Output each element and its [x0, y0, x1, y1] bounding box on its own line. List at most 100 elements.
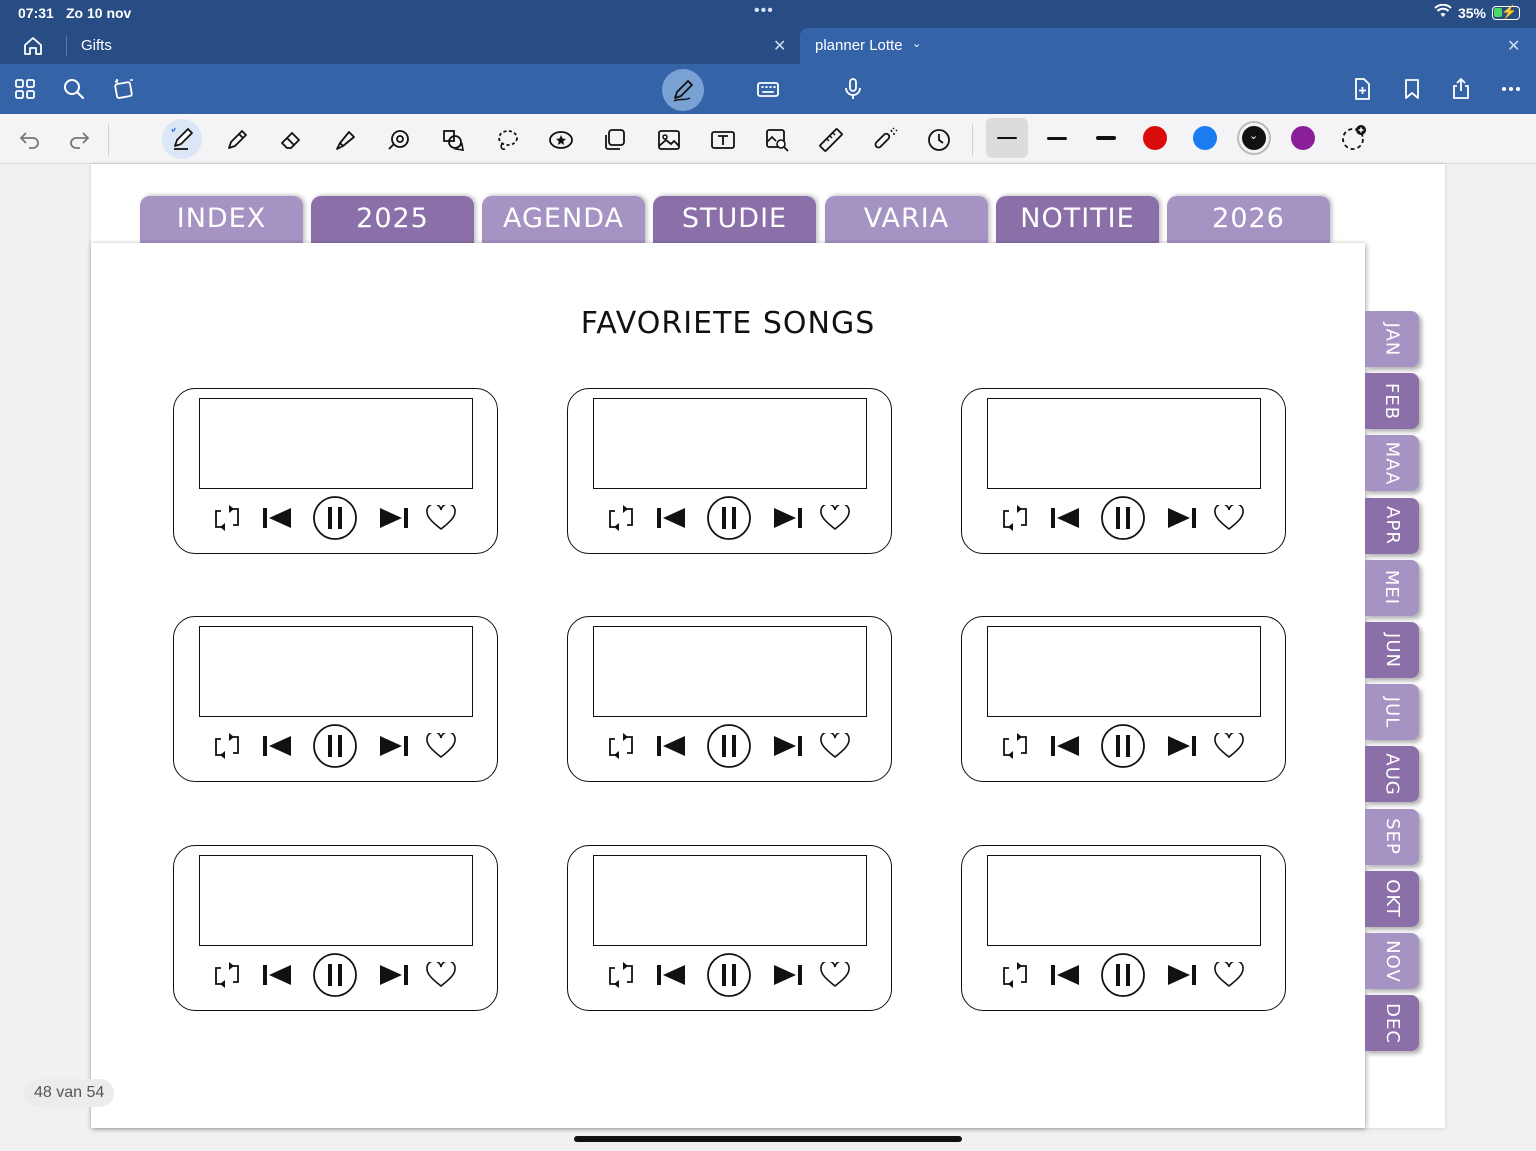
grid-icon[interactable]	[10, 74, 40, 104]
pause-icon	[1100, 723, 1146, 769]
heart-icon	[1214, 505, 1244, 531]
tab-gifts[interactable]: Gifts ✕	[0, 28, 800, 64]
section-tab-notitie[interactable]: NOTITIE	[996, 196, 1159, 244]
heart-icon	[1214, 733, 1244, 759]
month-tab-label: FEB	[1381, 382, 1403, 420]
close-tab-icon[interactable]: ✕	[773, 36, 786, 56]
color-swatch-blue[interactable]	[1193, 126, 1217, 150]
month-tab-jan[interactable]: JAN	[1365, 311, 1419, 367]
month-tab-jun[interactable]: JUN	[1365, 622, 1419, 678]
color-swatch-purple[interactable]	[1291, 126, 1315, 150]
lasso-icon[interactable]	[491, 124, 523, 156]
music-player-card	[567, 845, 892, 1011]
tab-label: planner Lotte	[815, 37, 903, 54]
song-screen[interactable]	[987, 626, 1261, 717]
color-swatch-red[interactable]	[1143, 126, 1167, 150]
next-icon	[772, 963, 804, 987]
month-tab-maa[interactable]: MAA	[1365, 435, 1419, 492]
page-counter[interactable]: 48 van 54	[24, 1079, 115, 1107]
microphone-icon[interactable]	[838, 74, 868, 104]
next-icon	[1166, 734, 1198, 758]
month-tab-jul[interactable]: JUL	[1365, 684, 1419, 741]
status-right: 35% ⚡	[1434, 4, 1520, 21]
song-screen[interactable]	[593, 855, 867, 946]
pencil-icon[interactable]	[221, 124, 253, 156]
section-tab-studie[interactable]: STUDIE	[653, 196, 816, 244]
song-screen[interactable]	[987, 855, 1261, 946]
song-screen[interactable]	[987, 398, 1261, 489]
pause-icon	[312, 952, 358, 998]
month-tab-nov[interactable]: NOV	[1365, 933, 1419, 989]
month-tab-mei[interactable]: MEI	[1365, 559, 1419, 616]
redo-icon[interactable]	[63, 124, 95, 156]
text-box-icon[interactable]	[707, 124, 739, 156]
copy-icon[interactable]	[599, 124, 631, 156]
clock-icon[interactable]	[923, 124, 955, 156]
pen-mode-icon[interactable]	[662, 69, 704, 111]
shape-icon[interactable]	[383, 124, 415, 156]
multitasking-dots-icon[interactable]: •••	[754, 2, 774, 20]
month-tab-label: JUN	[1381, 632, 1403, 668]
more-icon[interactable]	[1496, 74, 1526, 104]
section-tab-agenda[interactable]: AGENDA	[482, 196, 645, 244]
thickness-medium[interactable]	[1038, 118, 1076, 158]
home-indicator[interactable]	[574, 1136, 962, 1142]
eraser-icon[interactable]	[275, 124, 307, 156]
section-tab-2026[interactable]: 2026	[1167, 196, 1330, 244]
song-screen[interactable]	[199, 626, 473, 717]
next-icon	[772, 734, 804, 758]
undo-icon[interactable]	[14, 124, 46, 156]
heart-icon	[1214, 962, 1244, 988]
bookmark-icon[interactable]	[1397, 74, 1427, 104]
status-bar: 07:31 Zo 10 nov ••• 35% ⚡	[0, 0, 1536, 28]
music-player-card	[961, 616, 1286, 782]
month-tab-label: JUL	[1381, 696, 1403, 728]
search-icon[interactable]	[59, 74, 89, 104]
element-icon[interactable]	[437, 124, 469, 156]
section-tab-varia[interactable]: VARIA	[825, 196, 988, 244]
heart-icon	[820, 962, 850, 988]
month-tab-label: MEI	[1381, 570, 1403, 606]
add-color-icon[interactable]	[1340, 124, 1368, 152]
main-toolbar	[0, 64, 1536, 114]
pause-icon	[1100, 495, 1146, 541]
month-tab-label: SEP	[1381, 818, 1403, 855]
song-screen[interactable]	[593, 626, 867, 717]
share-icon[interactable]	[1446, 74, 1476, 104]
music-player-card	[961, 845, 1286, 1011]
home-icon[interactable]	[22, 36, 44, 56]
month-tab-aug[interactable]: AUG	[1365, 746, 1419, 803]
tab-planner-lotte[interactable]: planner Lotte ⌄ ✕	[800, 28, 1536, 64]
heart-icon	[820, 505, 850, 531]
month-tab-sep[interactable]: SEP	[1365, 808, 1419, 865]
song-screen[interactable]	[199, 398, 473, 489]
previous-icon	[1049, 734, 1081, 758]
month-tab-apr[interactable]: APR	[1365, 497, 1419, 554]
pen-icon[interactable]	[162, 119, 202, 159]
ruler-icon[interactable]	[815, 124, 847, 156]
thickness-thin-selected[interactable]	[986, 118, 1028, 158]
color-swatch-black[interactable]: ⌄	[1242, 126, 1266, 150]
sticker-icon[interactable]	[545, 124, 577, 156]
next-icon	[1166, 506, 1198, 530]
section-tab-2025[interactable]: 2025	[311, 196, 474, 244]
song-screen[interactable]	[199, 855, 473, 946]
close-tab-icon[interactable]: ✕	[1507, 36, 1520, 56]
heart-icon	[426, 733, 456, 759]
repeat-icon	[1000, 503, 1030, 533]
image-icon[interactable]	[653, 124, 685, 156]
chevron-down-icon[interactable]: ⌄	[912, 37, 921, 50]
month-tab-feb[interactable]: FEB	[1365, 373, 1419, 430]
add-page-icon[interactable]	[1347, 74, 1377, 104]
thickness-thick[interactable]	[1087, 118, 1125, 158]
song-screen[interactable]	[593, 398, 867, 489]
month-tab-okt[interactable]: OKT	[1365, 870, 1419, 927]
camera-icon[interactable]	[761, 124, 793, 156]
keyboard-icon[interactable]	[753, 74, 783, 104]
convert-icon[interactable]	[109, 74, 139, 104]
month-tab-dec[interactable]: DEC	[1365, 995, 1419, 1052]
music-player-card	[567, 388, 892, 554]
section-tab-index[interactable]: INDEX	[140, 196, 303, 244]
laser-pointer-icon[interactable]	[869, 124, 901, 156]
highlighter-icon[interactable]	[329, 124, 361, 156]
